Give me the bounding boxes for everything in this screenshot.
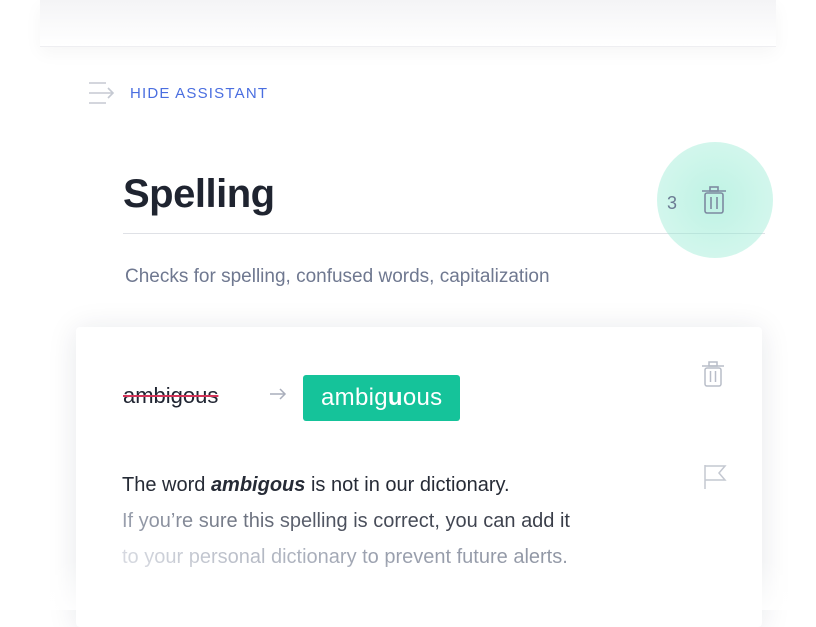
suggestion-card: ambigous ambiguous The word ambigous is … xyxy=(76,327,762,627)
category-title: Spelling xyxy=(123,172,275,216)
suggestion-highlight: u xyxy=(387,384,403,411)
explanation-line-1: The word ambigous is not in our dictiona… xyxy=(122,467,682,503)
explanation-word: ambigous xyxy=(210,474,306,496)
arrow-right-icon xyxy=(270,388,287,400)
explanation-prefix: The word xyxy=(122,474,211,496)
suggestion-prefix: ambig xyxy=(321,384,388,411)
explanation-line-2: If you’re sure this spelling is correct,… xyxy=(122,503,682,539)
hide-assistant-button[interactable]: HIDE ASSISTANT xyxy=(88,80,268,106)
original-word: ambigous xyxy=(123,383,219,408)
top-bar xyxy=(40,0,776,47)
trash-icon[interactable] xyxy=(701,360,725,388)
hide-assistant-label: HIDE ASSISTANT xyxy=(130,84,269,102)
alert-count: 3 xyxy=(667,193,678,213)
accept-suggestion-button[interactable]: ambiguous xyxy=(303,375,461,421)
collapse-arrow-icon xyxy=(89,82,115,104)
suggestion-suffix: ous xyxy=(402,384,443,411)
flag-icon[interactable] xyxy=(703,464,727,490)
explanation-suffix: is not in our dictionary. xyxy=(305,474,510,496)
trash-icon[interactable] xyxy=(701,185,727,215)
explanation-text: The word ambigous is not in our dictiona… xyxy=(122,467,682,575)
category-description: Checks for spelling, confused words, cap… xyxy=(125,266,550,287)
explanation-line-3: to your personal dictionary to prevent f… xyxy=(122,539,682,575)
